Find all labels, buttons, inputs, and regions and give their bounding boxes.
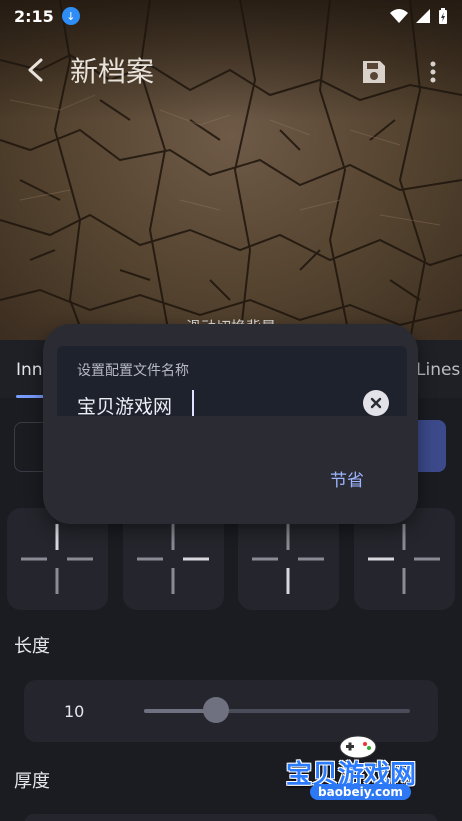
page-title: 新档案 (70, 55, 155, 88)
status-time: 2:15 (14, 6, 54, 26)
tab-indicator (16, 395, 44, 398)
signal-icon (416, 9, 430, 23)
profile-name-dialog: 设置配置文件名称 宝贝游戏网 节省 (43, 324, 418, 524)
profile-name-field[interactable]: 设置配置文件名称 宝贝游戏网 (57, 346, 407, 419)
clear-button[interactable] (363, 390, 389, 416)
close-icon (370, 397, 382, 409)
length-value: 10 (64, 702, 85, 721)
battery-icon (439, 8, 447, 24)
save-action-button[interactable]: 节省 (330, 466, 364, 491)
more-vert-icon (430, 61, 436, 83)
length-label: 长度 (14, 636, 50, 657)
watermark-logo: 宝贝游戏网 baobeiy.com (286, 730, 436, 814)
status-bar: 2:15 ↓ (0, 0, 462, 32)
profile-name-input[interactable]: 宝贝游戏网 (77, 392, 172, 419)
tab-inner[interactable]: Inn (16, 360, 43, 380)
slider-thumb[interactable] (202, 697, 229, 723)
back-button[interactable] (16, 50, 56, 90)
app-bar: 新档案 (0, 40, 462, 100)
watermark-url: baobeiy.com (310, 784, 411, 800)
save-button[interactable] (356, 54, 392, 90)
text-cursor (192, 390, 194, 416)
wifi-icon (390, 9, 408, 23)
more-options-button[interactable] (418, 54, 448, 90)
save-icon (363, 61, 385, 83)
status-icons (390, 8, 448, 24)
download-icon: ↓ (61, 7, 80, 25)
thickness-label: 厚度 (14, 771, 50, 792)
field-label: 设置配置文件名称 (77, 363, 189, 379)
thickness-slider-card (24, 814, 438, 821)
tab-lines[interactable]: Lines (416, 360, 460, 380)
back-arrow-icon (28, 58, 43, 82)
